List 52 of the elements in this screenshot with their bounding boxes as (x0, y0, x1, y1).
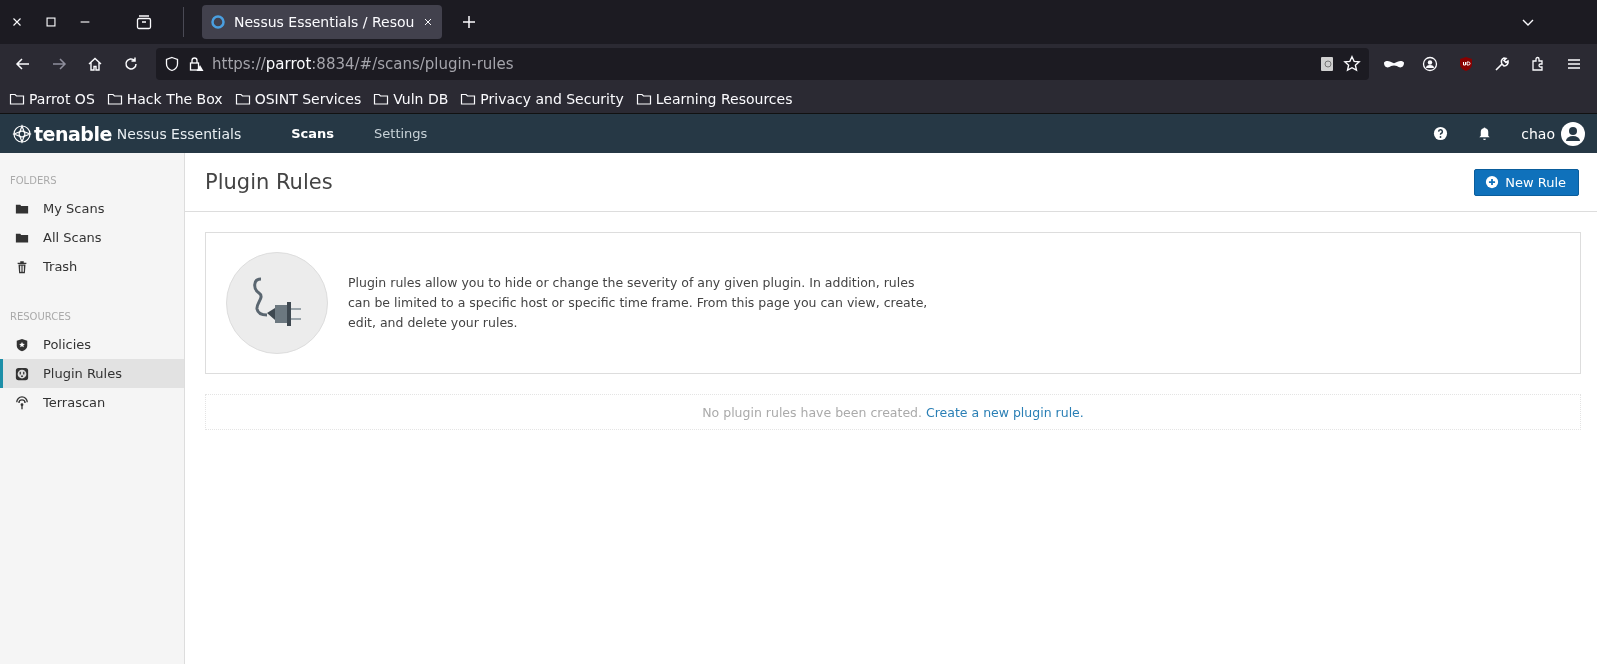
new-rule-button[interactable]: New Rule (1474, 168, 1579, 196)
shield-icon (164, 56, 180, 72)
reader-view-icon (1319, 56, 1335, 72)
nav-tab[interactable]: Scans (271, 114, 355, 153)
wrench-icon (1494, 56, 1510, 72)
sidebar-item[interactable]: Policies (0, 330, 184, 359)
logo-text: tenable (34, 122, 112, 145)
page-title: Plugin Rules (205, 170, 333, 194)
square-icon (44, 15, 58, 29)
bookmark-folder[interactable]: Parrot OS (8, 90, 96, 107)
bookmark-folder[interactable]: Privacy and Security (459, 90, 625, 107)
star-icon (1343, 55, 1361, 73)
menu-icon (1566, 56, 1582, 72)
create-rule-link[interactable]: Create a new plugin rule. (926, 404, 1084, 420)
lock-warning-icon (188, 56, 204, 72)
nav-tab[interactable]: Settings (354, 114, 448, 153)
bookmark-folder[interactable]: Vuln DB (372, 90, 450, 107)
power-outlet-icon (15, 366, 29, 381)
box-icon (136, 14, 152, 30)
signal-icon (15, 395, 29, 410)
empty-message: No plugin rules have been created. (702, 404, 922, 420)
puzzle-icon (1530, 56, 1546, 72)
sidebar-item[interactable]: Trash (0, 252, 184, 281)
bookmark-folder[interactable]: Learning Resources (634, 90, 794, 107)
section-heading: RESOURCES (9, 311, 72, 322)
account-icon (1422, 56, 1438, 72)
reload-icon (123, 56, 139, 72)
address-bar[interactable]: https://parrot:8834/#/scans/plugin-rules (156, 48, 1369, 80)
sidebar-item[interactable]: All Scans (0, 223, 184, 252)
mask-icon (1384, 59, 1404, 69)
avatar-icon (1561, 121, 1585, 146)
sidebar-item[interactable]: My Scans (0, 194, 184, 223)
user-name[interactable]: chao (1521, 125, 1555, 142)
shield-icon (1458, 56, 1474, 72)
description-text: Plugin rules allow you to hide or change the severity of any given plugin. In addition, rules can be limited to a specific host or specific time frame. From this page you can view, create, edit, and delete your rules. (348, 274, 929, 332)
help-icon (1432, 126, 1448, 141)
arrow-right-icon (51, 56, 67, 72)
trash-icon (15, 259, 29, 274)
plus-icon (461, 14, 478, 30)
arrow-left-icon (15, 56, 31, 72)
ring-icon (210, 14, 226, 30)
logo-ring-icon (12, 123, 32, 144)
bookmark-folder[interactable]: OSINT Services (233, 90, 363, 107)
shield-icon (15, 337, 29, 352)
sidebar-item[interactable]: Terrascan (0, 388, 184, 417)
product-name: Nessus Essentials (116, 125, 242, 142)
plus-circle-icon (1485, 175, 1500, 189)
browser-tab[interactable]: Nessus Essentials / Resou (202, 5, 443, 39)
home-icon (87, 56, 103, 72)
bookmark-folder[interactable]: Hack The Box (105, 90, 224, 107)
section-heading: FOLDERS (9, 175, 58, 186)
sidebar-item[interactable]: Plugin Rules (0, 359, 184, 388)
